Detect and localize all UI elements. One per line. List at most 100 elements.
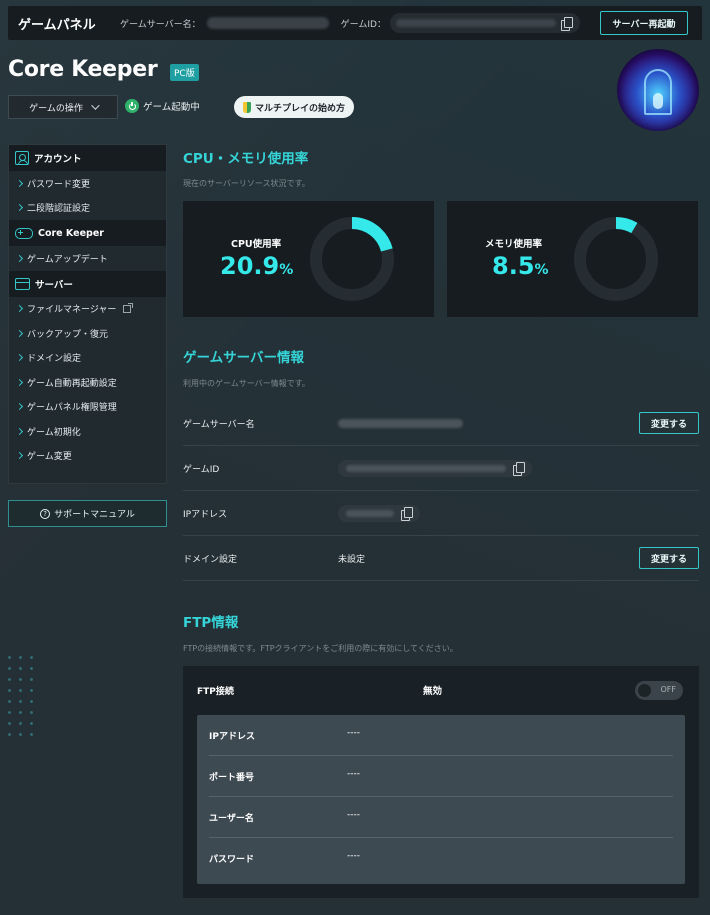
ftp-toggle-label: OFF xyxy=(660,684,677,694)
server-status-text: ゲーム起動中 xyxy=(143,102,200,113)
game-id-row-label: ゲームID xyxy=(183,464,220,475)
ftp-ip-label: IPアドレス xyxy=(209,731,255,742)
dot-pattern-decoration xyxy=(4,652,40,742)
sidebar-item-backup-restore[interactable]: バックアップ・復元 xyxy=(9,321,166,346)
sidebar-section-title: サーバー xyxy=(35,279,73,291)
chevron-right-icon xyxy=(15,329,24,337)
support-manual-label: サポートマニュアル xyxy=(54,510,135,520)
multiplay-guide-button[interactable]: マルチプレイの始め方 xyxy=(234,96,355,118)
ftp-toggle[interactable]: OFF xyxy=(635,680,683,700)
copy-icon[interactable] xyxy=(559,17,573,31)
sidebar-item-label: ドメイン設定 xyxy=(27,354,82,365)
sidebar-item-label: ゲーム初期化 xyxy=(27,427,81,438)
domain-row-label: ドメイン設定 xyxy=(183,554,238,565)
ftp-port-row: ポート番号 ---- xyxy=(209,756,673,797)
cpu-usage-label: CPU使用率 xyxy=(231,239,282,250)
sidebar-item-password-change[interactable]: パスワード変更 xyxy=(9,171,166,196)
ftp-ip-row: IPアドレス ---- xyxy=(209,715,673,756)
sidebar-item-label: パスワード変更 xyxy=(27,179,91,190)
change-domain-button[interactable]: 変更する xyxy=(639,547,699,569)
game-id-redacted xyxy=(395,19,556,27)
chevron-right-icon xyxy=(15,305,24,313)
beginner-mark-icon xyxy=(243,101,251,113)
ip-address-value xyxy=(338,504,420,522)
ip-address-value-redacted xyxy=(346,509,394,517)
sidebar-section-title: アカウント xyxy=(34,154,82,165)
domain-value: 未設定 xyxy=(338,554,366,565)
chevron-right-icon xyxy=(15,179,24,187)
sidebar-item-label: バックアップ・復元 xyxy=(27,329,109,340)
sidebar-item-label: ゲーム自動再起動設定 xyxy=(27,378,117,389)
server-info-title: ゲームサーバー情報 xyxy=(183,350,304,366)
sidebar-item-game-reset[interactable]: ゲーム初期化 xyxy=(9,419,166,444)
ftp-connection-label: FTP接続 xyxy=(197,686,234,697)
ip-address-row-label: IPアドレス xyxy=(183,509,228,520)
sidebar-section-core-keeper: Core Keeper xyxy=(9,220,166,246)
sidebar-item-auto-restart[interactable]: ゲーム自動再起動設定 xyxy=(9,370,166,395)
sidebar-item-label: ファイルマネージャー xyxy=(27,305,117,316)
sidebar-section-title: Core Keeper xyxy=(38,227,104,239)
memory-usage-label: メモリ使用率 xyxy=(485,239,543,250)
server-info-subtitle: 利用中のゲームサーバー情報です。 xyxy=(183,379,310,388)
ftp-port-label: ポート番号 xyxy=(209,772,255,783)
memory-usage-unit: % xyxy=(534,262,549,278)
chevron-down-icon xyxy=(91,101,100,110)
usage-section-title: CPU・メモリ使用率 xyxy=(183,151,309,167)
memory-usage-card: メモリ使用率 8.5% xyxy=(447,201,698,317)
question-icon: ? xyxy=(40,508,51,519)
server-restart-button[interactable]: サーバー再起動 xyxy=(600,11,688,35)
ftp-section-subtitle: FTPの接続情報です。FTPクライアントをご利用の際に有効にしてください。 xyxy=(183,644,458,653)
sidebar-item-label: ゲームパネル権限管理 xyxy=(27,403,117,414)
chevron-right-icon xyxy=(15,378,24,386)
copy-icon[interactable] xyxy=(400,506,413,521)
ftp-password-value: ---- xyxy=(347,851,360,861)
sidebar-item-label: 二段階認証設定 xyxy=(27,204,91,215)
ftp-password-label: パスワード xyxy=(209,855,255,865)
sidebar-section-account: アカウント xyxy=(9,145,166,171)
server-name-redacted xyxy=(206,17,329,29)
game-id-value xyxy=(338,459,532,477)
cpu-usage-value: 20.9% xyxy=(220,252,293,280)
cpu-usage-number: 20.9 xyxy=(220,252,280,280)
power-icon xyxy=(125,99,139,113)
sidebar-item-label: ゲームアップデート xyxy=(27,254,108,265)
sidebar-item-two-factor[interactable]: 二段階認証設定 xyxy=(9,196,166,221)
game-avatar xyxy=(617,49,699,131)
memory-usage-donut xyxy=(574,217,658,301)
chevron-right-icon xyxy=(15,354,24,362)
user-icon xyxy=(15,151,29,165)
ftp-details: IPアドレス ---- ポート番号 ---- ユーザー名 ---- パスワード … xyxy=(197,715,685,884)
ip-address-row: IPアドレス xyxy=(183,491,699,536)
external-link-icon xyxy=(123,302,134,313)
game-operation-label: ゲームの操作 xyxy=(29,103,83,114)
top-bar: ゲームパネル ゲームサーバー名： ゲームID： サーバー再起動 xyxy=(8,6,702,40)
server-name-label: ゲームサーバー名： xyxy=(120,19,201,30)
sidebar-item-game-change[interactable]: ゲーム変更 xyxy=(9,444,166,469)
sidebar-item-label: ゲーム変更 xyxy=(27,452,72,463)
game-operation-dropdown[interactable]: ゲームの操作 xyxy=(8,95,118,119)
server-name-row-label: ゲームサーバー名 xyxy=(183,419,255,430)
game-id-value-redacted xyxy=(346,464,506,472)
sidebar-item-game-update[interactable]: ゲームアップデート xyxy=(9,246,166,271)
sidebar-item-panel-permissions[interactable]: ゲームパネル権限管理 xyxy=(9,395,166,420)
chevron-right-icon xyxy=(15,204,24,212)
avatar-glow-shape xyxy=(653,93,663,109)
change-server-name-button[interactable]: 変更する xyxy=(639,412,699,434)
toggle-knob xyxy=(638,683,651,697)
copy-icon[interactable] xyxy=(512,461,525,476)
support-manual-button[interactable]: ? サポートマニュアル xyxy=(8,500,167,527)
cpu-usage-card: CPU使用率 20.9% xyxy=(183,201,434,317)
cpu-usage-donut xyxy=(310,217,394,301)
sidebar: アカウント パスワード変更 二段階認証設定 Core Keeper ゲームアップ… xyxy=(8,144,167,484)
server-icon xyxy=(15,277,30,290)
server-name-row: ゲームサーバー名 変更する xyxy=(183,401,699,446)
game-id-row: ゲームID xyxy=(183,446,699,491)
sidebar-item-file-manager[interactable]: ファイルマネージャー xyxy=(9,297,166,322)
ftp-username-label: ユーザー名 xyxy=(209,813,254,824)
panel-brand: ゲームパネル xyxy=(18,17,96,33)
game-id-label: ゲームID： xyxy=(340,19,386,30)
ftp-username-row: ユーザー名 ---- xyxy=(209,797,673,838)
sidebar-item-domain-settings[interactable]: ドメイン設定 xyxy=(9,346,166,371)
gamepad-icon xyxy=(15,227,33,239)
chevron-right-icon xyxy=(15,254,24,262)
